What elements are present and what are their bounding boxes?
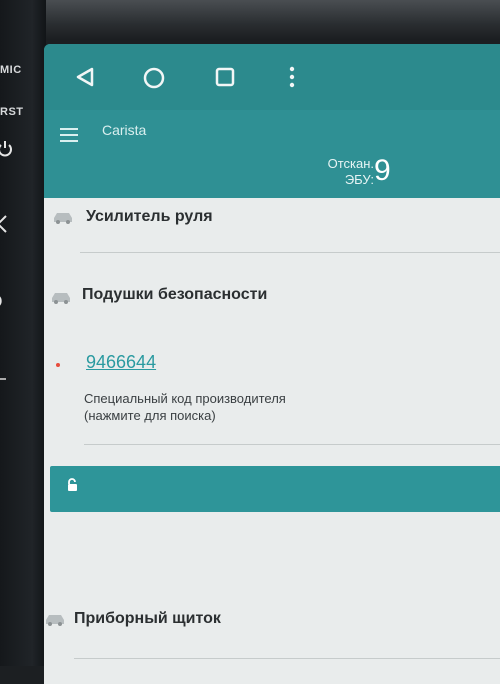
car-icon (52, 210, 74, 229)
fault-code-link[interactable]: 9466644 (86, 352, 156, 373)
list-item-power-steering[interactable]: Усилитель руля (86, 208, 213, 226)
list-item-airbags[interactable]: Подушки безопасности (82, 286, 267, 304)
home-circle-icon[interactable] (142, 66, 166, 95)
recent-apps-icon[interactable] (214, 66, 236, 93)
car-icon (50, 290, 72, 309)
divider (80, 252, 500, 253)
scanned-ecu-count: 9 (374, 154, 391, 187)
ecu-list: Усилитель руля Подушки безопасности 9466… (44, 198, 500, 684)
app-title: Carista (102, 122, 147, 138)
fault-indicator (56, 363, 60, 367)
back-icon[interactable] (74, 66, 96, 93)
rst-button[interactable]: RST (0, 106, 24, 118)
device-side-frame: MIC RST (0, 0, 46, 666)
car-icon (44, 612, 66, 631)
system-navigation-bar (44, 44, 500, 110)
mic-label: MIC (0, 64, 22, 76)
hamburger-menu-icon[interactable] (60, 126, 80, 149)
more-vert-icon[interactable] (288, 66, 296, 93)
unlock-icon (66, 478, 78, 497)
divider (84, 444, 500, 445)
hardware-indicator (0, 378, 6, 380)
device-top-frame (0, 0, 500, 40)
fault-code-description: Специальный код производителя (нажмите д… (84, 391, 286, 423)
divider (74, 658, 500, 659)
android-screen: Carista Отскан. ЭБУ: 9 Усилитель руля По… (44, 44, 500, 684)
power-icon[interactable] (0, 140, 12, 163)
app-toolbar: Carista Отскан. ЭБУ: 9 (44, 110, 500, 200)
list-item-instrument-cluster[interactable]: Приборный щиток (74, 610, 221, 628)
back-hardware-icon[interactable] (0, 294, 8, 313)
unlock-action-bar[interactable] (50, 466, 500, 512)
home-icon[interactable] (0, 214, 10, 239)
scanned-ecu-label: Отскан. ЭБУ: (327, 156, 374, 187)
